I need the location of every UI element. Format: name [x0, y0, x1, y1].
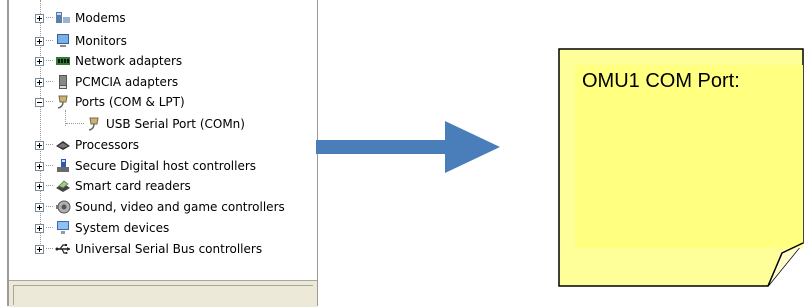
expand-icon[interactable] — [35, 161, 44, 171]
tree-dots — [46, 81, 53, 83]
expand-icon[interactable] — [35, 181, 44, 191]
network-adapter-icon — [55, 53, 71, 69]
tree-dots — [46, 17, 53, 19]
tree-dots — [46, 144, 53, 146]
sound-icon — [55, 199, 71, 215]
expand-icon[interactable] — [35, 56, 44, 66]
port-icon — [55, 94, 71, 110]
tree-item-label: Modems — [75, 11, 126, 25]
expand-icon[interactable] — [35, 244, 44, 254]
tree-item-modems[interactable]: Modems — [35, 8, 126, 28]
tree-dots — [46, 248, 53, 250]
expand-icon[interactable] — [35, 140, 44, 150]
expand-icon[interactable] — [35, 36, 44, 46]
tree-item-pcmcia-adapters[interactable]: PCMCIA adapters — [35, 72, 178, 92]
tree-item-usb-controllers[interactable]: Universal Serial Bus controllers — [35, 239, 262, 259]
expand-icon[interactable] — [35, 202, 44, 212]
status-bar-panel — [13, 285, 313, 305]
tree-item-label: Secure Digital host controllers — [75, 159, 257, 173]
tree-item-label: Ports (COM & LPT) — [75, 95, 185, 109]
expand-icon[interactable] — [35, 77, 44, 87]
tree-dots — [46, 40, 53, 42]
tree-item-label: Processors — [75, 138, 140, 152]
note-title: OMU1 COM Port: — [582, 70, 740, 92]
tree-dots — [46, 101, 53, 103]
device-manager-panel: Modems Monitors Network adapters PCMCIA … — [0, 0, 318, 307]
tree-item-label: USB Serial Port (COMn) — [106, 117, 245, 131]
panel-left-border — [7, 0, 9, 306]
collapse-icon[interactable] — [35, 97, 44, 107]
tree-dots — [46, 227, 53, 229]
tree-item-label: Universal Serial Bus controllers — [75, 242, 263, 256]
tree-dots — [46, 185, 53, 187]
expand-icon[interactable] — [35, 223, 44, 233]
pcmcia-icon — [55, 74, 71, 90]
tree-item-network-adapters[interactable]: Network adapters — [35, 51, 182, 71]
expand-icon[interactable] — [35, 13, 44, 23]
tree-item-secure-digital[interactable]: Secure Digital host controllers — [35, 156, 256, 176]
tree-item-usb-serial-port[interactable]: USB Serial Port (COMn) — [66, 114, 245, 134]
modem-icon — [55, 10, 71, 26]
tree-item-label: Smart card readers — [75, 179, 191, 193]
system-device-icon — [55, 220, 71, 236]
port-icon — [86, 116, 102, 132]
tree-item-sound-video-game[interactable]: Sound, video and game controllers — [35, 197, 285, 217]
tree-item-label: Monitors — [75, 34, 127, 48]
arrow-right-icon — [316, 121, 500, 173]
tree-item-system-devices[interactable]: System devices — [35, 218, 169, 238]
arrow-shape — [316, 121, 500, 173]
tree-item-processors[interactable]: Processors — [35, 135, 139, 155]
tree-item-label: Network adapters — [75, 54, 183, 68]
status-bar — [9, 280, 317, 307]
tree-item-monitors[interactable]: Monitors — [35, 31, 127, 51]
tree-dots — [66, 123, 84, 125]
tree-item-smart-card-readers[interactable]: Smart card readers — [35, 176, 191, 196]
processor-icon — [55, 137, 71, 153]
tree-item-label: Sound, video and game controllers — [75, 200, 285, 214]
tree-item-ports[interactable]: Ports (COM & LPT) — [35, 92, 185, 112]
usb-icon — [55, 241, 71, 257]
smart-card-icon — [55, 178, 71, 194]
tree-dots — [46, 206, 53, 208]
tree-dots — [46, 165, 53, 167]
tree-item-label: PCMCIA adapters — [75, 75, 179, 89]
monitor-icon — [55, 33, 71, 49]
sd-controller-icon — [55, 158, 71, 174]
tree-item-label: System devices — [75, 221, 170, 235]
tree-dots — [46, 60, 53, 62]
